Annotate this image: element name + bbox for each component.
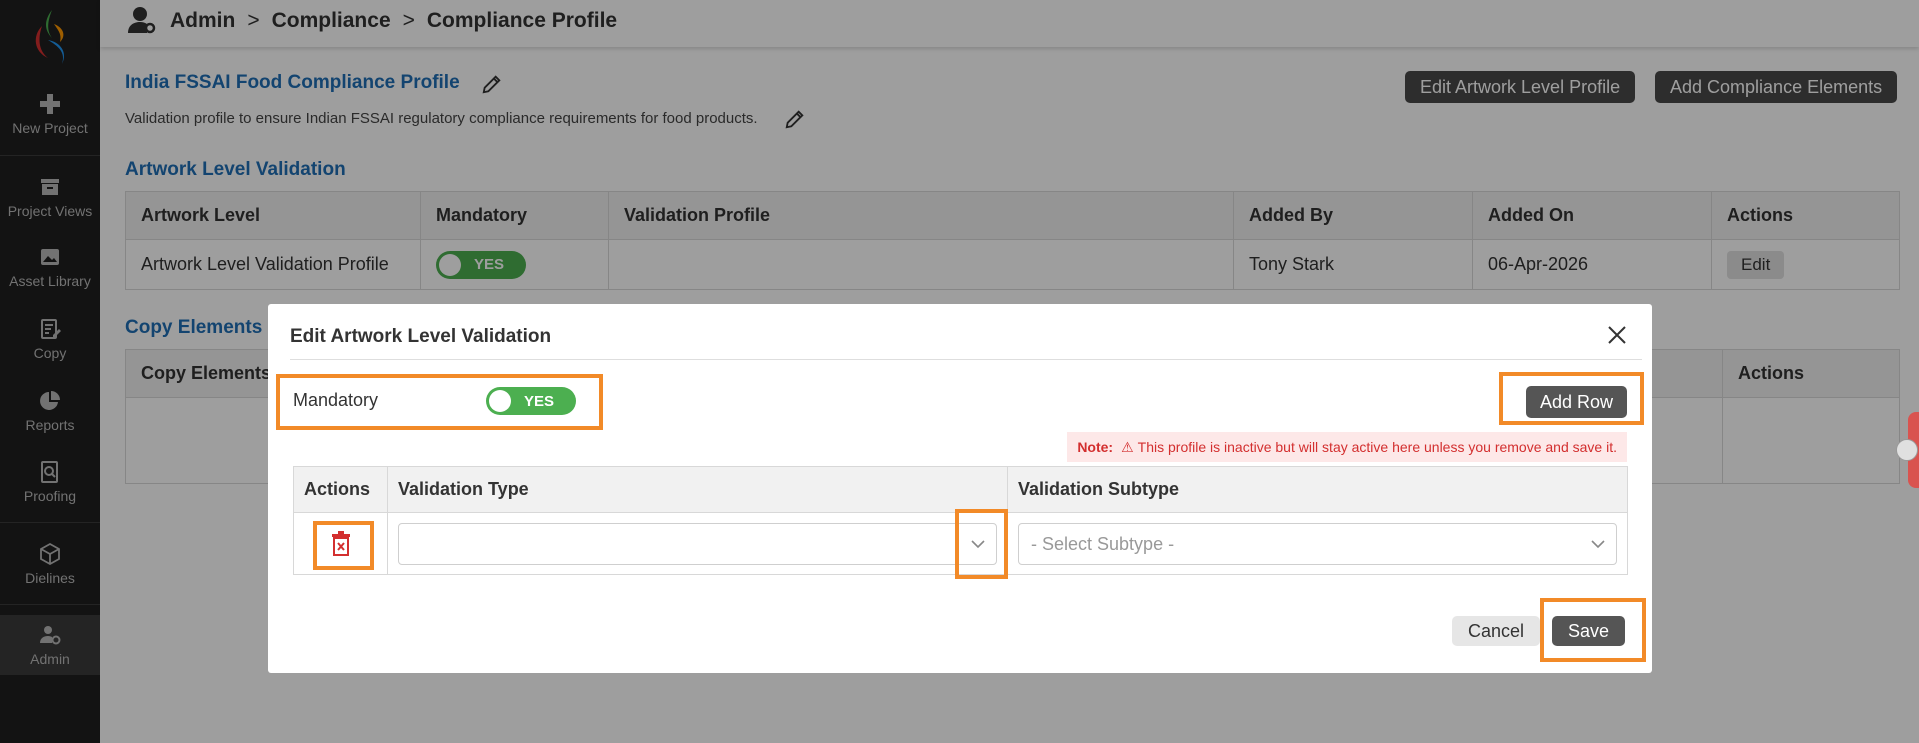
edit-validation-modal: Edit Artwork Level Validation Mandatory … xyxy=(268,304,1652,673)
highlight-mandatory xyxy=(276,374,603,430)
cancel-button[interactable]: Cancel xyxy=(1451,616,1540,646)
warning-icon: ⚠ xyxy=(1121,439,1134,455)
column-header: Actions xyxy=(293,466,388,513)
inactive-note: Note: ⚠ This profile is inactive but will … xyxy=(1067,432,1627,462)
highlight-delete xyxy=(313,521,374,570)
column-header: Validation Subtype xyxy=(1007,466,1628,513)
highlight-add-row xyxy=(1499,372,1644,425)
highlight-type-dropdown xyxy=(955,509,1008,579)
collapse-chevron-icon[interactable] xyxy=(1896,439,1918,461)
validation-type-cell xyxy=(387,512,1008,575)
close-icon[interactable] xyxy=(1606,324,1628,346)
highlight-save xyxy=(1540,598,1646,662)
validation-subtype-cell: - Select Subtype - xyxy=(1007,512,1628,575)
column-header: Validation Type xyxy=(387,466,1008,513)
note-text: This profile is inactive but will stay a… xyxy=(1137,439,1617,455)
divider xyxy=(290,359,1642,360)
modal-title: Edit Artwork Level Validation xyxy=(290,326,552,347)
chevron-down-icon[interactable] xyxy=(1590,536,1606,552)
note-label: Note: xyxy=(1077,439,1114,455)
subtype-placeholder: - Select Subtype - xyxy=(1031,533,1175,554)
validation-type-select[interactable] xyxy=(398,522,997,565)
validation-subtype-select[interactable]: - Select Subtype - xyxy=(1018,522,1617,565)
